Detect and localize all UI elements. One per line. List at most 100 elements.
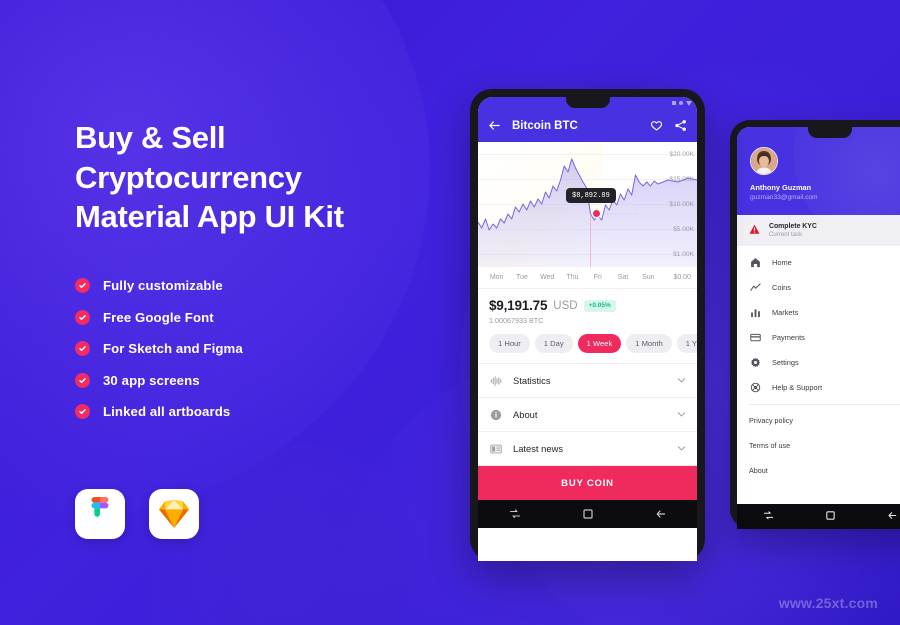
home-square-icon[interactable] — [582, 508, 594, 520]
range-chip-1-hour[interactable]: 1 Hour — [489, 334, 530, 353]
section-row-statistics[interactable]: Statistics — [478, 364, 697, 398]
drawer-item-label: Settings — [772, 358, 799, 367]
section-row-about[interactable]: About — [478, 398, 697, 432]
feature-item: 30 app screens — [75, 372, 495, 388]
section-row-latest-news[interactable]: Latest news — [478, 432, 697, 466]
feature-label: Linked all artboards — [103, 404, 231, 420]
drawer-link-about[interactable]: About — [737, 458, 900, 483]
avatar[interactable] — [750, 147, 778, 175]
lifebuoy-icon — [749, 382, 761, 393]
phone2-screen: Anthony Guzman guzman33@gmail.com Comple… — [737, 127, 900, 529]
feature-item: For Sketch and Figma — [75, 341, 495, 357]
tool-logos — [75, 489, 199, 539]
back-arrow-icon[interactable] — [655, 508, 667, 520]
kyc-task-row[interactable]: Complete KYC Current task — [737, 215, 900, 246]
chart-tooltip: $8,892.89 — [566, 188, 616, 203]
drawer-item-settings[interactable]: Settings — [737, 350, 900, 375]
warning-triangle-icon — [749, 222, 760, 240]
hero-copy: Buy & Sell Cryptocurrency Material App U… — [75, 118, 495, 436]
buy-coin-button[interactable]: BUY COIN — [478, 466, 697, 500]
chevron-down-icon[interactable] — [677, 410, 686, 419]
drawer-menu: Home Coins Markets Payments Settings Hel… — [737, 246, 900, 483]
range-chip-1-month[interactable]: 1 Month — [626, 334, 672, 353]
price-chart: $20.00K $15.00K $10.00K $5.00K $1.00K $8… — [478, 142, 697, 267]
x-tick-label: Sun — [642, 274, 655, 281]
recents-icon[interactable] — [763, 508, 774, 526]
y-tick-label: $20.00K — [669, 151, 694, 158]
phone2-notch — [808, 127, 852, 138]
feature-label: Free Google Font — [103, 309, 214, 325]
detail-sections: Statistics About Latest news — [478, 363, 697, 466]
battery-icon — [686, 100, 692, 106]
gear-icon — [749, 357, 761, 368]
recents-icon[interactable] — [509, 508, 521, 520]
home-icon — [749, 257, 761, 268]
heart-icon[interactable] — [650, 119, 663, 132]
x-tick-label: Fri — [593, 274, 602, 281]
feature-label: 30 app screens — [103, 372, 200, 388]
y-tick-label: $15.00K — [669, 176, 694, 183]
feature-label: Fully customizable — [103, 278, 223, 294]
y-tick-label: $10.00K — [669, 201, 694, 208]
kyc-subtitle: Current task — [769, 231, 803, 239]
feature-item: Linked all artboards — [75, 404, 495, 420]
home-square-icon[interactable] — [825, 508, 836, 526]
sketch-logo — [149, 489, 199, 539]
range-chip-1-year[interactable]: 1 Y — [676, 334, 697, 353]
signal-icon — [672, 101, 676, 105]
drawer-item-label: Markets — [772, 308, 799, 317]
check-circle-icon — [75, 278, 90, 294]
price-line: $9,191.75 USD +0.05% — [489, 298, 686, 313]
drawer-item-label: Payments — [772, 333, 805, 342]
phone1-navigation-bar — [478, 500, 697, 528]
page-title: Buy & Sell Cryptocurrency Material App U… — [75, 118, 495, 237]
section-label: About — [513, 409, 538, 420]
chart-y-axis: $20.00K $15.00K $10.00K $5.00K $1.00K — [650, 142, 694, 267]
y-tick-label: $1.00K — [673, 251, 694, 258]
drawer-item-label: Coins — [772, 283, 791, 292]
check-circle-icon — [75, 309, 90, 325]
drawer-divider — [749, 404, 900, 405]
wifi-icon — [679, 101, 683, 105]
y-tick-label: $5.00K — [673, 226, 694, 233]
drawer-header-swirl — [793, 127, 900, 215]
x-tick-label: Tue — [516, 274, 528, 281]
headline-line-1: Buy & Sell — [75, 120, 226, 155]
price-currency: USD — [553, 299, 578, 312]
chart-x-axis: Mon Tue Wed Thu Fri Sat Sun $0.00 — [478, 267, 697, 289]
headline-line-2: Cryptocurrency — [75, 159, 302, 195]
drawer-item-coins[interactable]: Coins — [737, 275, 900, 300]
range-chip-1-week[interactable]: 1 Week — [577, 334, 622, 353]
status-badge: +0.05% — [583, 299, 616, 312]
chevron-down-icon[interactable] — [677, 376, 686, 385]
chart-selected-point[interactable] — [593, 210, 600, 217]
check-circle-icon — [75, 341, 90, 357]
drawer-link-terms-of-use[interactable]: Terms of use — [737, 433, 900, 458]
axis-origin-label: $0.00 — [673, 274, 691, 281]
credit-card-icon — [749, 332, 761, 343]
price-subtext: 1.00067933 BTC — [489, 316, 544, 325]
drawer-item-label: Help & Support — [772, 383, 823, 392]
drawer-header: Anthony Guzman guzman33@gmail.com — [737, 127, 900, 215]
kyc-text: Complete KYC Current task — [769, 223, 817, 239]
price-amount: $9,191.75 — [489, 298, 548, 313]
trend-line-icon — [749, 282, 761, 293]
drawer-item-home[interactable]: Home — [737, 250, 900, 275]
chevron-down-icon[interactable] — [677, 444, 686, 453]
drawer-item-markets[interactable]: Markets — [737, 300, 900, 325]
check-circle-icon — [75, 372, 90, 388]
drawer-link-privacy-policy[interactable]: Privacy policy — [737, 408, 900, 433]
phone-mockup-coin-detail: Bitcoin BTC $20.00K $15.00K $10.00K $5.0… — [470, 89, 705, 561]
phone1-screen: Bitcoin BTC $20.00K $15.00K $10.00K $5.0… — [478, 97, 697, 561]
range-chip-1-day[interactable]: 1 Day — [534, 334, 573, 353]
bar-chart-icon — [749, 307, 761, 318]
section-label: Statistics — [513, 375, 551, 386]
drawer-item-help-support[interactable]: Help & Support — [737, 375, 900, 400]
check-circle-icon — [75, 404, 90, 420]
phone-mockup-drawer: Anthony Guzman guzman33@gmail.com Comple… — [730, 120, 900, 529]
back-arrow-icon[interactable] — [887, 508, 898, 526]
kyc-title: Complete KYC — [769, 222, 817, 230]
share-icon[interactable] — [674, 119, 687, 132]
drawer-item-payments[interactable]: Payments — [737, 325, 900, 350]
headline-line-3: Material App UI Kit — [75, 199, 344, 235]
